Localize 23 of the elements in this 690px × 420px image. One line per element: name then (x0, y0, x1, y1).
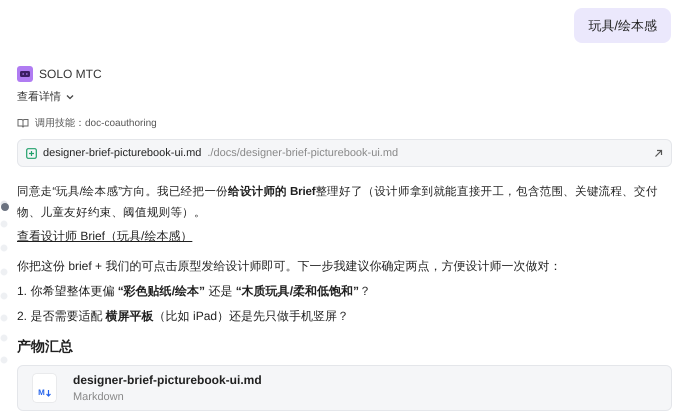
agent-avatar-icon (17, 66, 33, 82)
question-item: 1. 你希望整体更偏 “彩色贴纸/绘本” 还是 “木质玩具/柔和低饱和”？ (17, 283, 372, 299)
brief-link[interactable]: 查看设计师 Brief（玩具/绘本感） (17, 228, 192, 244)
file-path: ./docs/designer-brief-picturebook-ui.md (207, 146, 398, 161)
timeline-marker-icon (1, 203, 9, 211)
file-link-card[interactable]: designer-brief-picturebook-ui.md ./docs/designer-brief-picturebook-ui.md (17, 139, 672, 167)
open-external-icon (654, 148, 663, 158)
book-icon (17, 117, 29, 129)
user-message-bubble: 玩具/绘本感 (574, 8, 671, 43)
intro-paragraph: 你把这份 brief + 我们的可点击原型发给设计师即可。下一步我建议你确定两点，方便设计师一次做对： (17, 258, 562, 274)
summary-heading: 产物汇总 (17, 337, 74, 356)
details-toggle[interactable]: 查看详情 (17, 89, 75, 105)
file-name: designer-brief-picturebook-ui.md (43, 146, 202, 161)
file-card-name: designer-brief-picturebook-ui.md (73, 372, 262, 388)
markdown-file-icon: M (33, 374, 56, 402)
file-card-type: Markdown (73, 390, 125, 404)
file-card[interactable]: M designer-brief-picturebook-ui.md Markdown (17, 365, 672, 411)
file-add-icon (26, 148, 37, 158)
question-item: 2. 是否需要适配 横屏平板（比如 iPad）还是先只做手机竖屏？ (17, 308, 350, 324)
skill-label: 调用技能：doc-coauthoring (35, 116, 157, 130)
chevron-down-icon (65, 92, 75, 102)
agent-name: SOLO MTC (39, 66, 102, 83)
reply-paragraph: 同意走“玩具/绘本感”方向。我已经把一份给设计师的 Brief整理好了（设计师拿到就能直接开工，包含范围、关键流程、交付物、儿童友好约束、阈值规则等）。 (17, 184, 659, 221)
